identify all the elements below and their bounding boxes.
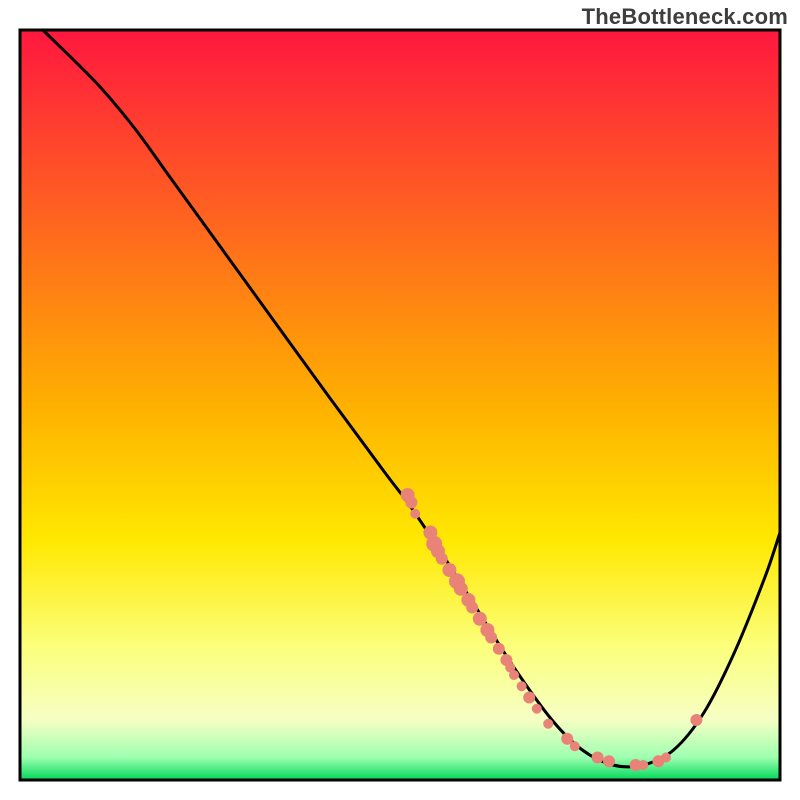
chart-container: TheBottleneck.com bbox=[0, 0, 800, 800]
curve-dot bbox=[690, 714, 702, 726]
curve-dot bbox=[517, 681, 527, 691]
curve-dot bbox=[523, 692, 535, 704]
curve-dot bbox=[405, 497, 417, 509]
curve-dot bbox=[638, 760, 648, 770]
curve-dot bbox=[661, 753, 671, 763]
curve-dot bbox=[603, 755, 615, 767]
curve-dot bbox=[493, 643, 505, 655]
chart-svg bbox=[0, 0, 800, 800]
curve-dot bbox=[543, 719, 553, 729]
curve-dot bbox=[410, 509, 420, 519]
curve-dot bbox=[532, 704, 542, 714]
curve-dot bbox=[509, 670, 519, 680]
curve-dot bbox=[485, 632, 497, 644]
curve-dot bbox=[466, 602, 478, 614]
curve-dot bbox=[570, 741, 580, 751]
curve-dot bbox=[592, 752, 604, 764]
curve-dot bbox=[436, 553, 448, 565]
plot-background bbox=[20, 30, 780, 780]
